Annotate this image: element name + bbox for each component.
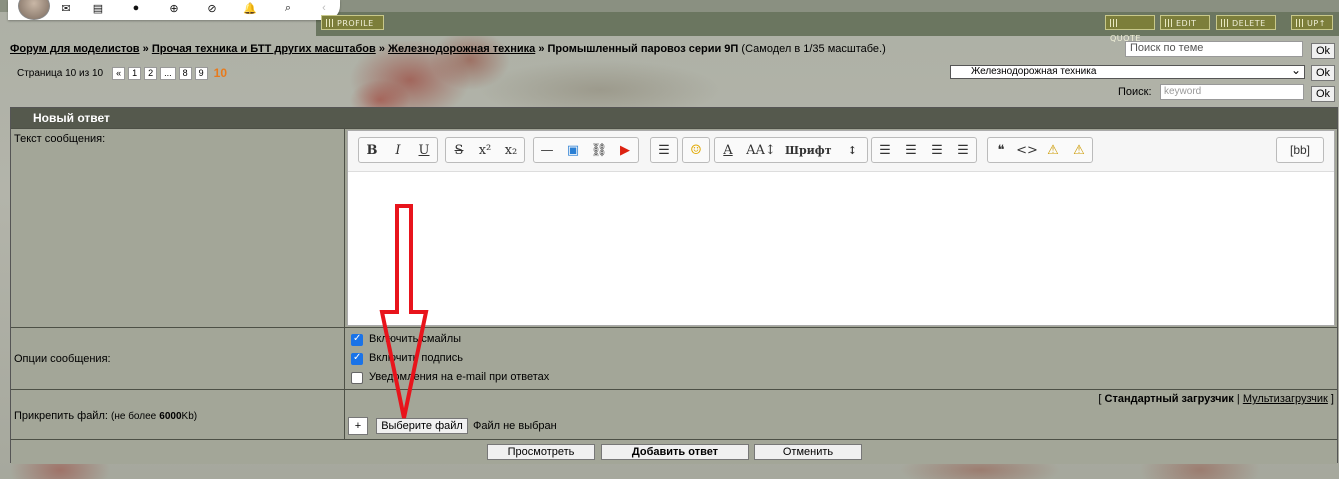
red-arrow-annotation	[379, 204, 429, 419]
